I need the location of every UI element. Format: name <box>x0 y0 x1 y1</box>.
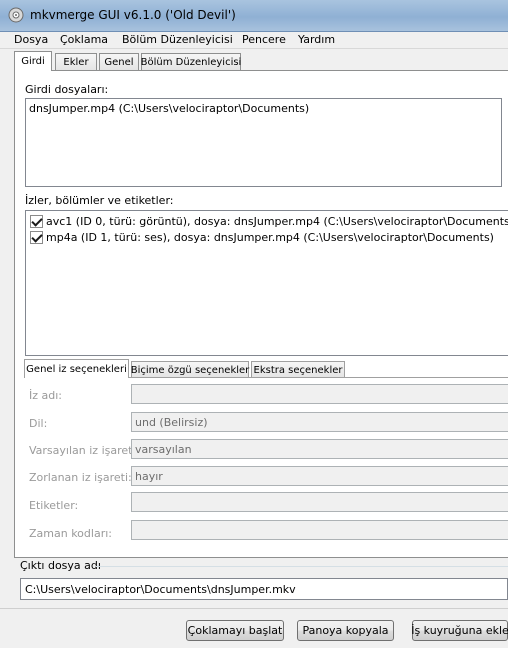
input-files-list[interactable]: dnsJumper.mp4 (C:\Users\velociraptor\Doc… <box>25 98 502 187</box>
menu-dosya[interactable]: Dosya <box>14 33 48 46</box>
input-file-item[interactable]: dnsJumper.mp4 (C:\Users\velociraptor\Doc… <box>29 102 309 115</box>
menu-bolum-duzenleyicisi[interactable]: Bölüm Düzenleyicisi <box>122 33 233 46</box>
default-flag-select[interactable]: varsayılan <box>131 439 508 459</box>
bottom-separator <box>0 608 508 609</box>
menu-pencere[interactable]: Pencere <box>242 33 286 46</box>
title-bar: mkvmerge GUI v6.1.0 ('Old Devil') <box>0 0 508 32</box>
tracks-label: İzler, bölümler ve etiketler: <box>25 194 174 207</box>
output-label: Çıktı dosya adı <box>20 559 101 572</box>
tab-ekstra-secenekler[interactable]: Ekstra seçenekler <box>251 361 345 378</box>
start-muxing-button[interactable]: Çoklamayı başlat <box>186 620 284 641</box>
window-title: mkvmerge GUI v6.1.0 ('Old Devil') <box>30 8 236 22</box>
track-1-label[interactable]: mp4a (ID 1, türü: ses), dosya: dnsJumper… <box>46 231 494 244</box>
tags-label: Etiketler: <box>29 499 79 512</box>
default-flag-label: Varsayılan iz işareti: <box>29 444 140 457</box>
tab-bolum-duzenleyicisi[interactable]: Bölüm Düzenleyicisi <box>141 53 241 71</box>
menu-coklama[interactable]: Çoklama <box>60 33 108 46</box>
tab-genel-iz-secenekleri[interactable]: Genel iz seçenekleri <box>24 359 129 378</box>
track-name-field[interactable] <box>131 384 508 404</box>
tags-field[interactable] <box>131 492 508 512</box>
tab-girdi[interactable]: Girdi <box>14 51 52 71</box>
language-label: Dil: <box>29 417 48 430</box>
forced-flag-select[interactable]: hayır <box>131 466 508 486</box>
tab-genel[interactable]: Genel <box>99 53 139 71</box>
tracks-list[interactable]: avc1 (ID 0, türü: görüntü), dosya: dnsJu… <box>25 210 508 356</box>
tab-bicime-ozgu-secenekler[interactable]: Biçime özgü seçenekler <box>131 361 249 378</box>
output-filename-text[interactable]: C:\Users\velociraptor\Documents\dnsJumpe… <box>25 583 296 596</box>
track-1-checkbox[interactable] <box>30 231 43 244</box>
menu-yardim[interactable]: Yardım <box>298 33 335 46</box>
menu-bar: Dosya Çoklama Bölüm Düzenleyicisi Pencer… <box>0 32 508 49</box>
language-select[interactable]: und (Belirsiz) <box>131 412 508 432</box>
tab-ekler[interactable]: Ekler <box>55 53 97 71</box>
input-tab-panel: Girdi dosyaları: dnsJumper.mp4 (C:\Users… <box>14 70 508 558</box>
track-name-label: İz adı: <box>29 389 62 402</box>
mkvmerge-app-icon <box>8 7 24 23</box>
timecodes-label: Zaman kodları: <box>29 527 112 540</box>
timecodes-field[interactable] <box>131 520 508 540</box>
track-0-label[interactable]: avc1 (ID 0, türü: görüntü), dosya: dnsJu… <box>46 215 508 228</box>
add-to-job-queue-button[interactable]: İş kuyruğuna ekle <box>411 620 508 641</box>
forced-flag-label: Zorlanan iz işareti: <box>29 471 132 484</box>
track-0-checkbox[interactable] <box>30 215 43 228</box>
input-files-label: Girdi dosyaları: <box>25 83 109 96</box>
output-group-line <box>96 566 508 567</box>
copy-to-clipboard-button[interactable]: Panoya kopyala <box>297 620 394 641</box>
output-filename-field[interactable]: C:\Users\velociraptor\Documents\dnsJumpe… <box>20 578 508 600</box>
